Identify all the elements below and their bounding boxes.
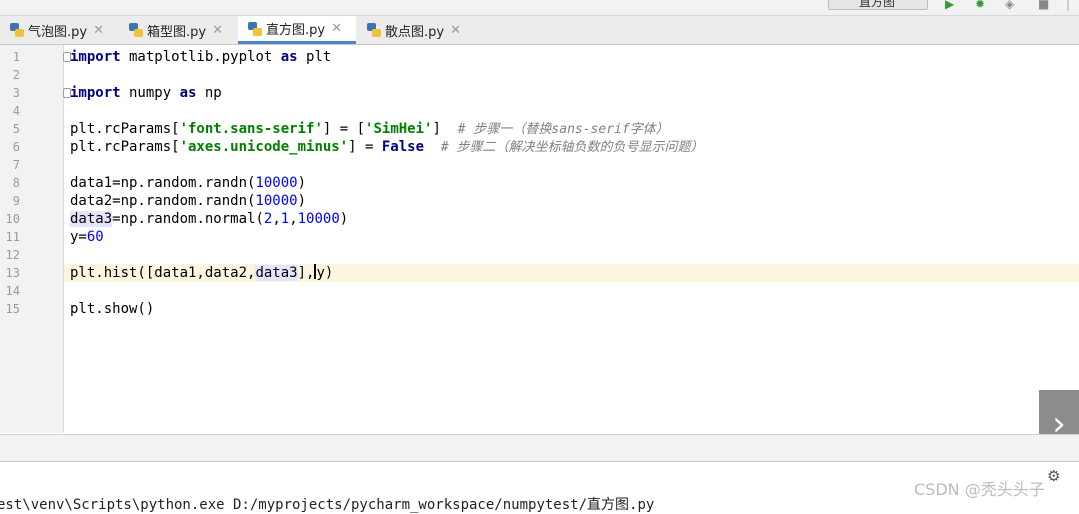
stop-icon[interactable]: ■ <box>1038 0 1049 11</box>
toolbar-divider: | <box>1066 0 1071 11</box>
python-file-icon <box>129 23 143 37</box>
editor-horizontal-scrollbar[interactable] <box>0 434 1079 462</box>
run-icon[interactable]: ▶ <box>945 0 954 11</box>
python-file-icon <box>10 23 24 37</box>
gear-icon[interactable]: ⚙ <box>1047 467 1060 485</box>
close-icon[interactable]: ✕ <box>212 23 223 38</box>
close-icon[interactable]: ✕ <box>450 23 461 38</box>
code-line-15[interactable]: plt.show() <box>70 300 154 318</box>
line-number: 10 <box>5 212 20 226</box>
line-number: 1 <box>12 50 20 64</box>
line-number: 7 <box>12 158 20 172</box>
code-line-6[interactable]: plt.rcParams['axes.unicode_minus'] = Fal… <box>70 138 704 156</box>
line-number: 4 <box>12 104 20 118</box>
code-line-10[interactable]: data3=np.random.normal(2,1,10000) <box>70 210 348 228</box>
debug-icon[interactable]: ✹ <box>975 0 985 11</box>
tab-bubble-chart[interactable]: 气泡图.py ✕ <box>0 16 118 44</box>
line-number: 13 <box>5 266 20 280</box>
python-file-icon <box>367 23 381 37</box>
tab-label: 气泡图.py <box>28 24 88 40</box>
tab-label: 散点图.py <box>385 24 445 40</box>
console-output: est\venv\Scripts\python.exe D:/myproject… <box>0 497 655 513</box>
line-number-gutter: 1 2 3 4 5 6 7 8 9 10 11 12 13 14 15 <box>0 45 64 433</box>
tab-label: 箱型图.py <box>147 24 207 40</box>
close-icon[interactable]: ✕ <box>331 21 342 36</box>
code-editor[interactable]: 1 2 3 4 5 6 7 8 9 10 11 12 13 14 15 impo… <box>0 45 1079 459</box>
tab-scatter-plot[interactable]: 散点图.py ✕ <box>357 16 475 44</box>
code-line-9[interactable]: data2=np.random.randn(10000) <box>70 192 306 210</box>
line-number: 9 <box>12 194 20 208</box>
tab-box-plot[interactable]: 箱型图.py ✕ <box>119 16 237 44</box>
line-number: 12 <box>5 248 20 262</box>
editor-tab-bar: 气泡图.py ✕ 箱型图.py ✕ 直方图.py ✕ 散点图.py ✕ <box>0 16 1079 45</box>
line-number: 15 <box>5 302 20 316</box>
code-line-8[interactable]: data1=np.random.randn(10000) <box>70 174 306 192</box>
line-number: 6 <box>12 140 20 154</box>
line-number: 11 <box>5 230 20 244</box>
code-line-3[interactable]: import numpy as np <box>70 84 222 102</box>
line-number: 8 <box>12 176 20 190</box>
line-number: 14 <box>5 284 20 298</box>
coverage-icon[interactable]: ◈ <box>1005 0 1014 11</box>
line-number: 5 <box>12 122 20 136</box>
line-number: 2 <box>12 68 20 82</box>
code-line-5[interactable]: plt.rcParams['font.sans-serif'] = ['SimH… <box>70 120 669 138</box>
close-icon[interactable]: ✕ <box>93 23 104 38</box>
tab-label: 直方图.py <box>266 23 326 38</box>
code-line-11[interactable]: y=60 <box>70 228 104 246</box>
python-file-icon <box>248 21 262 36</box>
watermark: CSDN @秃头头子 <box>914 480 1045 499</box>
main-toolbar: 直方图 ▶ ✹ ◈ ■ | <box>0 0 1079 16</box>
code-line-13[interactable]: plt.hist([data1,data2,data3], y) <box>70 264 333 282</box>
line-number: 3 <box>12 86 20 100</box>
tab-histogram[interactable]: 直方图.py ✕ <box>238 16 356 44</box>
code-line-1[interactable]: import matplotlib.pyplot as plt <box>70 48 331 66</box>
run-config-selector[interactable]: 直方图 <box>828 0 928 10</box>
